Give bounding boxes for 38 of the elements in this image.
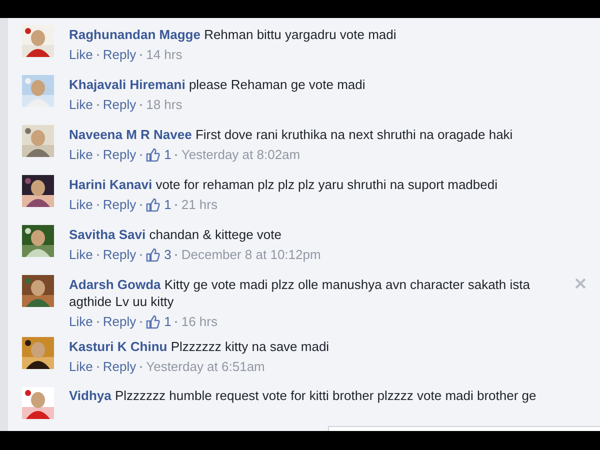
thumbs-up-icon [146,314,160,328]
like-link[interactable]: Like [69,358,93,375]
reply-link[interactable]: Reply [102,96,136,113]
comment-time[interactable]: December 8 at 10:12pm [181,246,321,263]
thumbs-up-icon [146,248,160,262]
thumbs-up-icon [146,198,160,212]
reply-link[interactable]: Reply [102,196,136,213]
reply-link[interactable]: Reply [102,46,136,63]
comment-time[interactable]: Yesterday at 8:02am [181,146,300,163]
reply-link[interactable]: Reply [102,246,136,263]
like-count: 1 [164,196,172,213]
like-link[interactable]: Like [69,46,93,63]
like-link[interactable]: Like [69,313,93,330]
reply-link[interactable]: Reply [102,358,136,375]
comment-text: Harini Kanavi vote for rehaman plz plz plz yaru shruthi na suport madbedi [69,176,498,193]
comment-text: Kasturi K Chinu Plzzzzzz kitty na save madi [69,338,330,355]
reply-link[interactable]: Reply [102,313,136,330]
comment-text: Khajavali Hiremani please Rehaman ge vote madi [69,76,366,93]
like-link[interactable]: Like [69,246,93,263]
comment-time[interactable]: 21 hrs [181,196,218,213]
comment-text: Raghunandan Magge Rehman bittu yargadru vote madi [69,26,396,43]
comment-time[interactable]: 16 hrs [181,313,218,330]
reply-link[interactable]: Reply [102,146,136,163]
like-count: 1 [164,313,172,330]
like-link[interactable]: Like [69,146,93,163]
like-count: 1 [164,146,172,163]
comment-time[interactable]: Yesterday at 6:51am [146,358,265,375]
close-icon[interactable] [575,278,586,289]
thumbs-up-icon [146,148,160,162]
comment-text: Savitha Savi chandan & kittege vote [69,226,282,243]
comment-text: Naveena M R Navee First dove rani kruthika na next shruthi na oragade haki [69,126,513,143]
comment-text: Vidhya Plzzzzzz humble request vote for kitti brother plzzzz vote madi brother ge [69,388,536,404]
comment-text: Adarsh Gowda Kitty ge vote madi plzz olle manushya avn character sakath ista agthide Lv uu kitty [69,276,531,310]
comment-time[interactable]: 14 hrs [146,46,182,63]
like-link[interactable]: Like [69,96,93,113]
comment-time[interactable]: 18 hrs [146,96,182,113]
like-link[interactable]: Like [69,196,93,213]
like-count: 3 [164,246,172,263]
